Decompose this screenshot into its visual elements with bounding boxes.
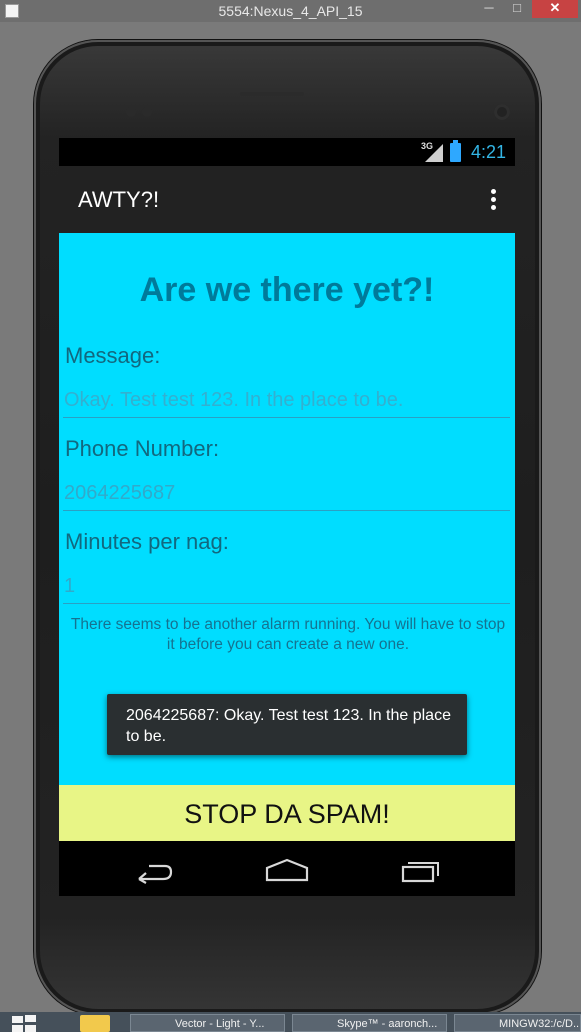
message-input[interactable]: Okay. Test test 123. In the place to be. — [63, 383, 510, 418]
speaker-grille — [240, 92, 304, 96]
back-icon[interactable] — [129, 854, 179, 884]
device-screen: 3G 4:21 AWTY?! Are we there yet?! Messag… — [59, 138, 515, 896]
minutes-label: Minutes per nag: — [65, 529, 229, 554]
battery-icon — [450, 140, 461, 162]
taskbar-item-chrome[interactable]: Vector - Light - Y... — [130, 1014, 285, 1032]
windows-start-icon[interactable] — [12, 1015, 38, 1032]
sensor-icon — [142, 107, 152, 117]
folder-icon[interactable] — [80, 1015, 110, 1032]
status-clock: 4:21 — [471, 142, 507, 162]
signal-icon — [425, 144, 443, 162]
toast-text: 2064225687: Okay. Test test 123. In the … — [126, 707, 451, 745]
front-camera-icon — [494, 104, 510, 120]
windows-taskbar: Vector - Light - Y... Skype™ - aaronch..… — [0, 1012, 581, 1032]
minimize-button[interactable]: ─ — [476, 0, 502, 18]
taskbar-item-terminal[interactable]: MINGW32:/c/D... — [454, 1014, 581, 1032]
message-label: Message: — [65, 343, 161, 368]
phone-input[interactable]: 2064225687 — [63, 476, 510, 511]
recent-apps-icon[interactable] — [395, 854, 445, 884]
message-value: Okay. Test test 123. In the place to be. — [64, 389, 404, 411]
overflow-menu-icon[interactable] — [487, 189, 499, 211]
toast-message: 2064225687: Okay. Test test 123. In the … — [107, 694, 467, 755]
phone-label: Phone Number: — [65, 436, 220, 461]
action-bar: AWTY?! — [59, 166, 515, 233]
navigation-bar — [59, 841, 515, 896]
app-title: AWTY?! — [78, 187, 160, 212]
phone-value: 2064225687 — [64, 482, 176, 504]
sensor-icon — [126, 107, 136, 117]
home-icon[interactable] — [262, 854, 312, 884]
stop-spam-button[interactable]: STOP DA SPAM! — [59, 785, 515, 841]
minutes-input[interactable]: 1 — [63, 569, 510, 604]
window-titlebar: 5554:Nexus_4_API_15 ─ □ ✕ — [0, 0, 581, 23]
taskbar-item-skype[interactable]: Skype™ - aaronch... — [292, 1014, 447, 1032]
close-button[interactable]: ✕ — [532, 0, 578, 18]
page-heading: Are we there yet?! — [139, 271, 435, 309]
alarm-warning: There seems to be another alarm running.… — [70, 616, 506, 653]
maximize-button[interactable]: □ — [504, 0, 530, 18]
status-bar: 3G 4:21 — [59, 138, 515, 166]
minutes-value: 1 — [64, 575, 76, 597]
